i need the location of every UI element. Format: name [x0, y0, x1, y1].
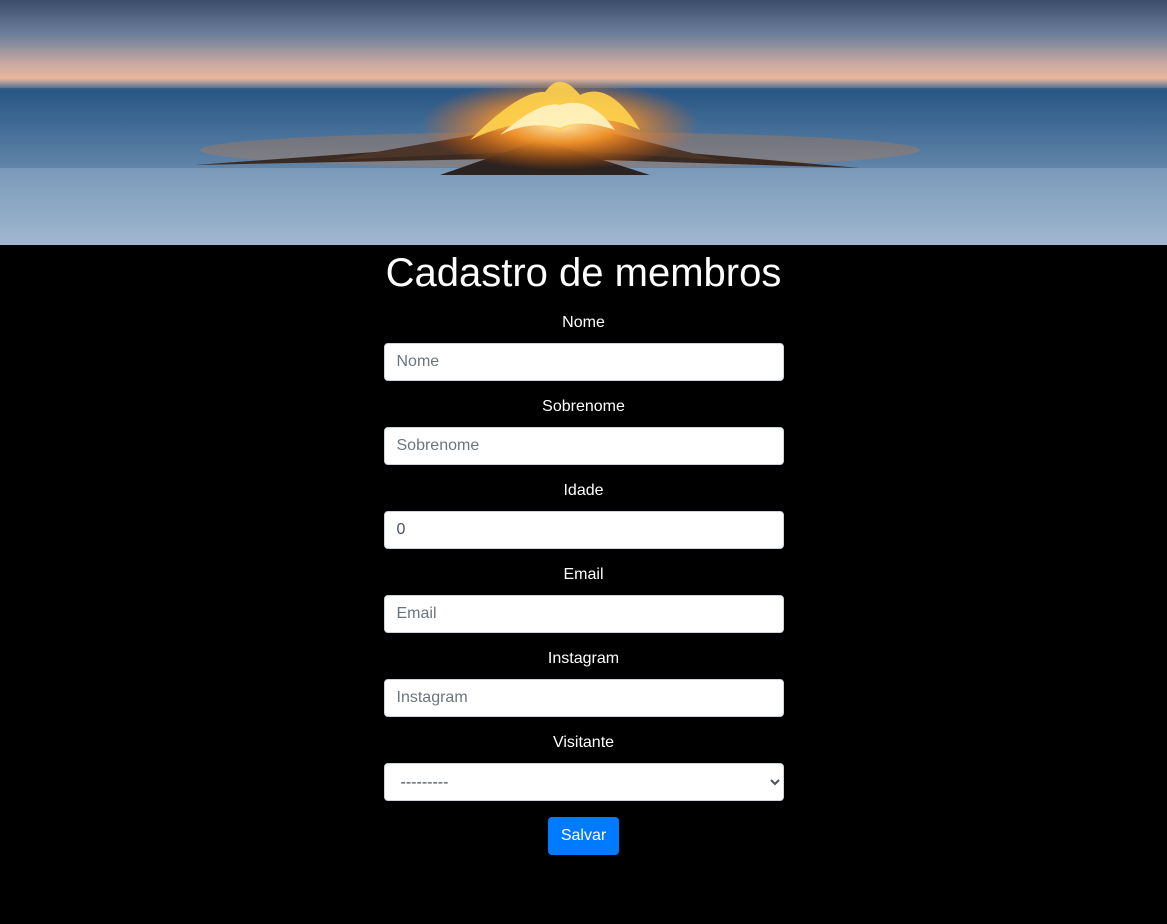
nome-field-group: Nome [383, 311, 784, 381]
email-label: Email [563, 566, 604, 583]
member-form-container: Cadastro de membros Nome Sobrenome Idade… [383, 249, 784, 855]
instagram-label: Instagram [547, 650, 620, 667]
beach-bonfire-image [0, 80, 1167, 245]
instagram-field-group: Instagram [383, 647, 784, 717]
nome-input[interactable] [383, 343, 784, 381]
sobrenome-label: Sobrenome [542, 398, 625, 415]
nome-label: Nome [562, 314, 605, 331]
idade-label: Idade [563, 482, 604, 499]
page-title: Cadastro de membros [385, 251, 782, 295]
save-button[interactable]: Salvar [547, 817, 620, 855]
sobrenome-input[interactable] [383, 427, 784, 465]
visitante-select[interactable]: --------- [383, 763, 784, 801]
instagram-input[interactable] [383, 679, 784, 717]
visitante-field-group: Visitante --------- [383, 731, 784, 801]
idade-input[interactable] [383, 511, 784, 549]
sobrenome-field-group: Sobrenome [383, 395, 784, 465]
email-field-group: Email [383, 563, 784, 633]
visitante-label: Visitante [552, 734, 615, 751]
idade-field-group: Idade [383, 479, 784, 549]
email-input[interactable] [383, 595, 784, 633]
header-banner-image [0, 0, 1167, 245]
